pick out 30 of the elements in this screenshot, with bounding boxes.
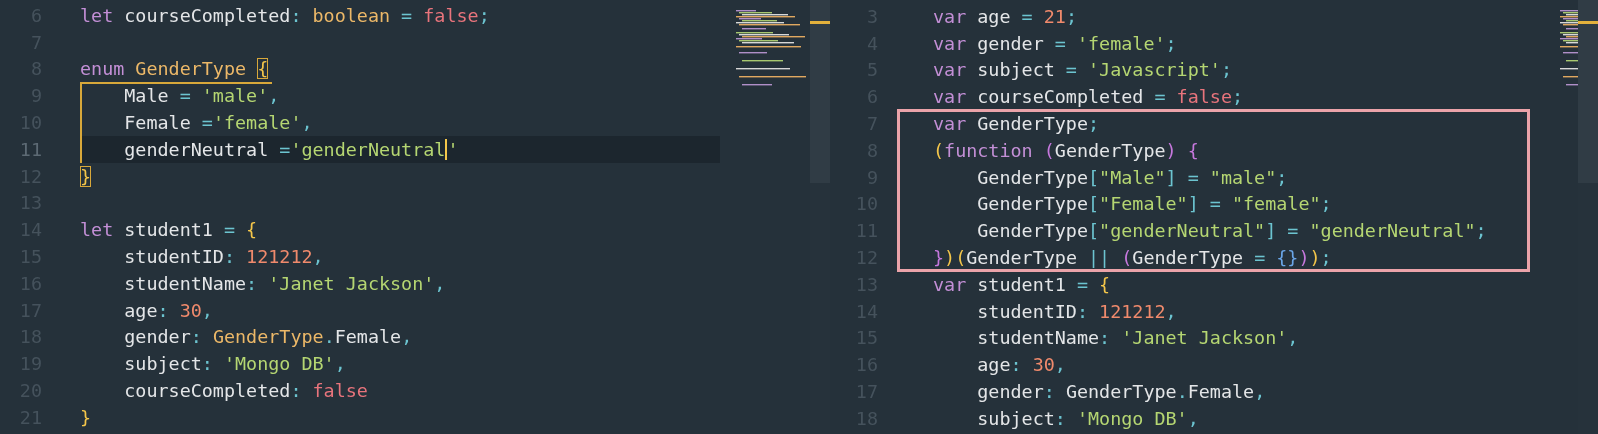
code-line: age: 30, (976, 353, 1067, 378)
code-line: GenderType["Female"] = "female"; (976, 192, 1333, 217)
code-line: } (80, 405, 93, 430)
code-line: })(GenderType || (GenderType = {})); (933, 246, 1333, 271)
code-line: var age = 21; (933, 4, 1078, 29)
code-line: subject: 'Mongo DB', (123, 352, 347, 377)
code-line: GenderType["genderNeutral"] = "genderNeutral"; (976, 219, 1488, 244)
code-line: enum GenderType { (80, 57, 270, 82)
code-line: studentName: 'Janet Jackson', (123, 271, 447, 296)
code-line: var GenderType; (933, 112, 1101, 137)
code-line: Male = 'male', (123, 84, 281, 109)
code-line: (function (GenderType) { (933, 138, 1200, 163)
line-number: 11 (18, 138, 42, 160)
code-line: let courseCompleted: boolean = false; (80, 3, 491, 28)
code-line: GenderType["Male"] = "male"; (976, 165, 1289, 190)
code-line: subject: 'Mongo DB', (976, 406, 1200, 431)
code-line: Female ='female', (123, 111, 314, 136)
code-line: var student1 = { (933, 272, 1112, 297)
code-line: age: 30, (123, 298, 214, 323)
code-line: courseCompleted: false (123, 379, 369, 404)
code-line: var subject = 'Javascript'; (933, 58, 1233, 83)
code-line: studentID: 121212, (976, 299, 1178, 324)
code-line: gender: GenderType.Female, (976, 380, 1267, 405)
code-line: studentID: 121212, (123, 245, 325, 270)
code-line: var gender = 'female'; (933, 31, 1178, 56)
code-line: var courseCompleted = false; (933, 85, 1245, 110)
code-line: studentName: 'Janet Jackson', (976, 326, 1300, 351)
code-line: gender: GenderType.Female, (123, 325, 414, 350)
code-line: let student1 = { (80, 218, 259, 243)
code-line: } (80, 164, 93, 189)
